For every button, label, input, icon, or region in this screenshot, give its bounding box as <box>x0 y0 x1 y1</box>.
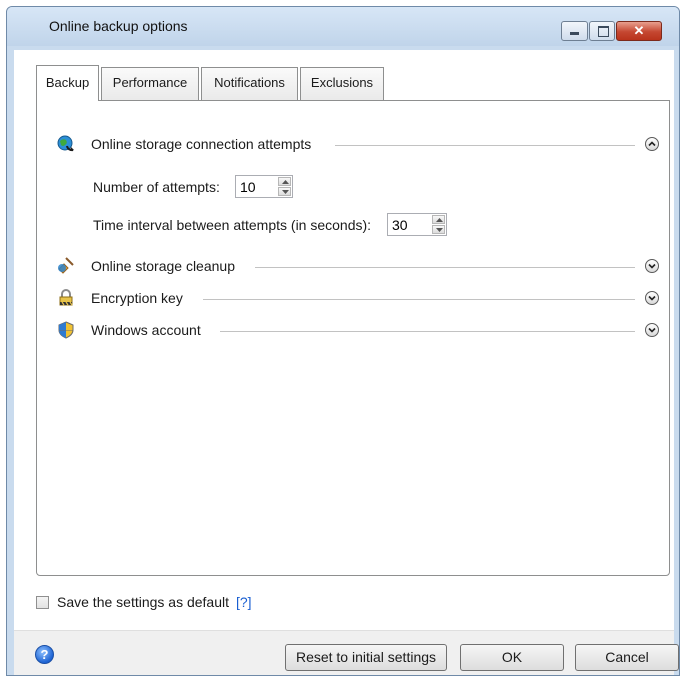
title-bar[interactable]: Online backup options ✕ <box>7 7 679 46</box>
interval-input[interactable] <box>388 214 430 235</box>
window-title: Online backup options <box>49 18 188 34</box>
padlock-icon <box>57 289 75 307</box>
minimize-icon <box>570 32 579 35</box>
expand-icon[interactable] <box>645 259 659 273</box>
backup-tab-panel: Online storage connection attempts Numbe… <box>36 100 670 576</box>
section-divider <box>220 331 635 332</box>
interval-decrement-button[interactable] <box>432 225 445 234</box>
save-default-label[interactable]: Save the settings as default <box>57 594 229 610</box>
section-windows-account[interactable]: Windows account <box>37 319 669 343</box>
collapse-icon[interactable] <box>645 137 659 151</box>
tab-exclusions[interactable]: Exclusions <box>300 67 384 101</box>
interval-stepper[interactable] <box>387 213 447 236</box>
help-link[interactable]: [?] <box>236 594 252 610</box>
attempts-label: Number of attempts: <box>93 179 220 195</box>
attempts-increment-button[interactable] <box>278 177 291 186</box>
ok-button[interactable]: OK <box>460 644 564 671</box>
section-label: Online storage cleanup <box>91 258 235 274</box>
section-divider <box>335 145 635 146</box>
maximize-button[interactable] <box>589 21 615 41</box>
options-window: Online backup options ✕ Backup Performan… <box>6 6 680 676</box>
attempts-input[interactable] <box>236 176 276 197</box>
interval-increment-button[interactable] <box>432 215 445 224</box>
section-divider <box>203 299 635 300</box>
section-connection-attempts[interactable]: Online storage connection attempts <box>37 133 669 157</box>
close-icon: ✕ <box>633 23 645 38</box>
save-default-checkbox[interactable] <box>36 596 49 609</box>
expand-icon[interactable] <box>645 323 659 337</box>
maximize-icon <box>598 26 609 37</box>
section-storage-cleanup[interactable]: Online storage cleanup <box>37 255 669 279</box>
question-icon[interactable]: ? <box>35 645 54 664</box>
section-encryption-key[interactable]: Encryption key <box>37 287 669 311</box>
tab-backup[interactable]: Backup <box>36 65 99 101</box>
tab-notifications[interactable]: Notifications <box>201 67 298 101</box>
reset-settings-button[interactable]: Reset to initial settings <box>285 644 447 671</box>
dialog-client-area: Backup Performance Notifications Exclusi… <box>14 50 679 675</box>
section-divider <box>255 267 635 268</box>
minimize-button[interactable] <box>561 21 588 41</box>
globe-refresh-icon <box>57 135 75 153</box>
interval-label: Time interval between attempts (in secon… <box>93 217 372 233</box>
tab-performance[interactable]: Performance <box>101 67 199 101</box>
attempts-decrement-button[interactable] <box>278 187 291 196</box>
shield-icon <box>57 321 75 339</box>
expand-icon[interactable] <box>645 291 659 305</box>
section-label: Online storage connection attempts <box>91 136 312 152</box>
attempts-stepper[interactable] <box>235 175 293 198</box>
close-button[interactable]: ✕ <box>616 21 662 41</box>
cancel-button[interactable]: Cancel <box>575 644 679 671</box>
section-label: Encryption key <box>91 290 183 306</box>
broom-icon <box>57 257 75 275</box>
dialog-footer: ? Reset to initial settings OK Cancel <box>14 630 679 675</box>
section-label: Windows account <box>91 322 201 338</box>
